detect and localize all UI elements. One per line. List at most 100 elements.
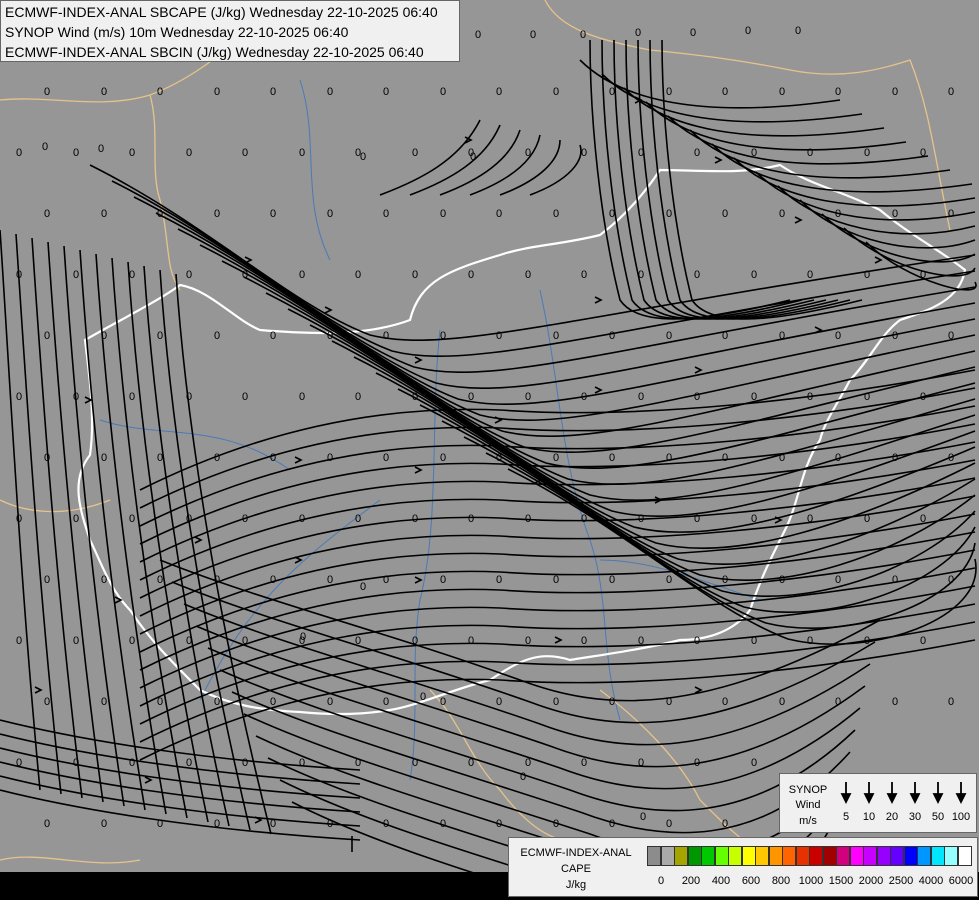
cape-swatch-14 — [836, 846, 850, 866]
cin-value-169: 0 — [920, 635, 926, 647]
cin-value-41: 0 — [440, 208, 446, 220]
cin-value-64: 0 — [751, 269, 757, 281]
cin-value-27: 0 — [581, 147, 587, 159]
cin-value-95: 0 — [581, 391, 587, 403]
cin-value-99: 0 — [807, 391, 813, 403]
cin-value-218: 0 — [690, 27, 696, 39]
cin-value-122: 0 — [186, 513, 192, 525]
title-synop-wind: SYNOP Wind (m/s) 10m Wednesday 22-10-202… — [5, 24, 349, 40]
cin-value-91: 0 — [355, 391, 361, 403]
wind-arrowhead-5-icon — [840, 793, 852, 805]
cin-value-61: 0 — [581, 269, 587, 281]
cin-value-92: 0 — [412, 391, 418, 403]
cin-value-133: 0 — [807, 513, 813, 525]
cin-value-200: 0 — [751, 757, 757, 769]
cin-value-18: 0 — [73, 147, 79, 159]
cin-value-87: 0 — [129, 391, 135, 403]
cin-value-30: 0 — [751, 147, 757, 159]
cin-value-229: 0 — [640, 811, 646, 823]
cin-value-198: 0 — [638, 757, 644, 769]
cin-value-226: 0 — [300, 631, 306, 643]
cin-value-118: 0 — [948, 452, 954, 464]
cin-value-176: 0 — [383, 696, 389, 708]
cin-value-66: 0 — [864, 269, 870, 281]
cin-value-215: 0 — [530, 29, 536, 41]
cin-value-144: 0 — [496, 574, 502, 586]
cape-swatch-11 — [795, 846, 810, 866]
cin-value-149: 0 — [779, 574, 785, 586]
cin-value-106: 0 — [270, 452, 276, 464]
cin-value-16: 0 — [948, 86, 954, 98]
cin-value-39: 0 — [327, 208, 333, 220]
cin-value-187: 0 — [16, 757, 22, 769]
cin-value-28: 0 — [638, 147, 644, 159]
cin-value-170: 0 — [44, 696, 50, 708]
cin-value-75: 0 — [440, 330, 446, 342]
cin-value-102: 0 — [44, 452, 50, 464]
title-sbcin: ECMWF-INDEX-ANAL SBCIN (J/kg) Wednesday … — [5, 44, 424, 60]
cin-value-173: 0 — [214, 696, 220, 708]
cin-value-37: 0 — [214, 208, 220, 220]
cin-value-71: 0 — [214, 330, 220, 342]
map-canvas[interactable]: 0 0 0 0 0 0 0 0 0 0 0 0 0 0 0 0 0 0 0 0 0 0 0 0 0 0 0 0 0 0 0 0 0 0 0 0 0 0 0 0… — [0, 0, 979, 900]
cin-value-60: 0 — [525, 269, 531, 281]
cin-value-164: 0 — [638, 635, 644, 647]
cin-value-127: 0 — [468, 513, 474, 525]
cin-value-125: 0 — [355, 513, 361, 525]
cin-value-2: 0 — [157, 86, 163, 98]
cin-value-57: 0 — [355, 269, 361, 281]
cin-value-105: 0 — [214, 452, 220, 464]
cin-value-137: 0 — [101, 574, 107, 586]
cin-value-166: 0 — [751, 635, 757, 647]
cin-value-186: 0 — [948, 696, 954, 708]
cape-swatch-10 — [782, 846, 796, 866]
cin-value-146: 0 — [609, 574, 615, 586]
cin-value-58: 0 — [412, 269, 418, 281]
cin-value-10: 0 — [609, 86, 615, 98]
cape-swatch-17 — [876, 846, 891, 866]
cape-swatch-7 — [741, 846, 756, 866]
cape-swatch-21 — [930, 846, 945, 866]
cin-value-142: 0 — [383, 574, 389, 586]
cin-value-1: 0 — [101, 86, 107, 98]
cin-value-13: 0 — [779, 86, 785, 98]
cape-swatch-2 — [674, 846, 688, 866]
cape-legend-unit: J/kg — [565, 879, 587, 891]
cin-value-183: 0 — [779, 696, 785, 708]
cin-value-207: 0 — [383, 818, 389, 830]
cin-value-191: 0 — [242, 757, 248, 769]
cin-value-150: 0 — [835, 574, 841, 586]
cin-value-6: 0 — [383, 86, 389, 98]
cin-value-20: 0 — [186, 147, 192, 159]
cin-value-9: 0 — [553, 86, 559, 98]
cin-value-162: 0 — [525, 635, 531, 647]
cin-value-65: 0 — [807, 269, 813, 281]
cin-value-221: 0 — [42, 141, 48, 153]
cin-value-72: 0 — [270, 330, 276, 342]
cin-value-201: 0 — [44, 818, 50, 830]
cape-swatch-13 — [822, 846, 837, 866]
cin-value-126: 0 — [412, 513, 418, 525]
cin-value-199: 0 — [694, 757, 700, 769]
cin-value-32: 0 — [864, 147, 870, 159]
cin-value-14: 0 — [835, 86, 841, 98]
cin-value-77: 0 — [553, 330, 559, 342]
cin-value-15: 0 — [892, 86, 898, 98]
wind-arrowhead-50-icon — [932, 793, 944, 805]
cin-value-182: 0 — [722, 696, 728, 708]
cin-value-83: 0 — [892, 330, 898, 342]
cin-value-130: 0 — [638, 513, 644, 525]
cin-value-119: 0 — [16, 513, 22, 525]
cin-value-81: 0 — [779, 330, 785, 342]
cin-value-94: 0 — [525, 391, 531, 403]
cin-value-31: 0 — [807, 147, 813, 159]
cin-value-123: 0 — [242, 513, 248, 525]
cin-value-204: 0 — [214, 818, 220, 830]
cape-swatch-9 — [768, 846, 783, 866]
cape-swatch-16 — [863, 846, 877, 866]
cape-swatch-1 — [660, 846, 675, 866]
cin-value-132: 0 — [751, 513, 757, 525]
cin-value-224: 0 — [470, 151, 476, 163]
cin-value-188: 0 — [73, 757, 79, 769]
cin-value-192: 0 — [299, 757, 305, 769]
